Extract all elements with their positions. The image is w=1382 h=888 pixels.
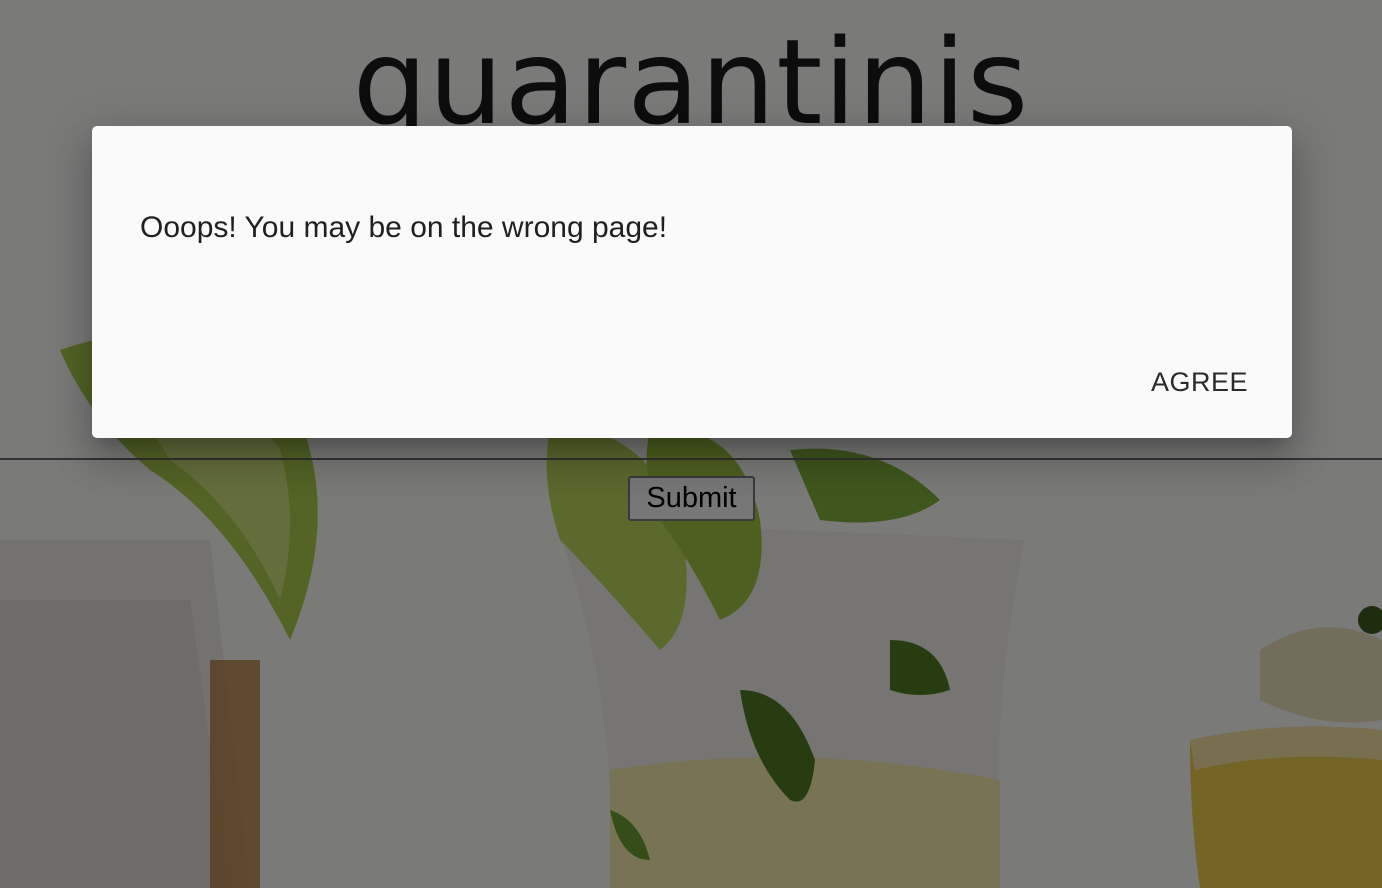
dialog-message: Ooops! You may be on the wrong page! [140, 211, 668, 244]
alert-dialog: Ooops! You may be on the wrong page! AGR… [92, 126, 1292, 438]
page: quarantinis Submit Ooops! You may be on … [0, 0, 1382, 888]
agree-button[interactable]: AGREE [1135, 358, 1264, 406]
